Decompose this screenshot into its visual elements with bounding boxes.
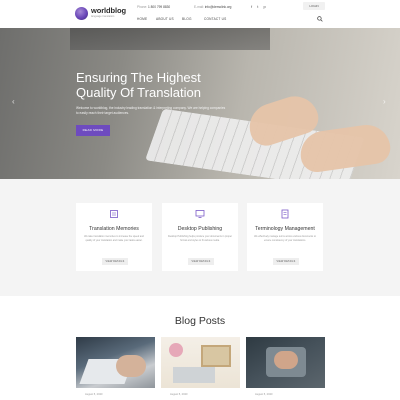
nav-item-contact-us[interactable]: CONTACT US xyxy=(204,17,226,21)
logo-title: worldblog xyxy=(91,6,126,15)
service-description: We effectively manage terms across vario… xyxy=(254,235,316,242)
service-card: Translation Memories We take translation… xyxy=(76,203,152,271)
list-icon xyxy=(281,209,289,219)
blog-post-image[interactable] xyxy=(246,337,325,388)
monitor-icon xyxy=(195,210,205,218)
email-label: E-mail: xyxy=(194,5,204,9)
service-description: Desktop Publishing helps produce your do… xyxy=(168,235,232,242)
post-date: August 5, 2020 xyxy=(255,393,273,396)
hero-banner: ‹ › Ensuring The Highest Quality Of Tran… xyxy=(0,28,400,179)
phone-label: Phone: xyxy=(137,5,148,9)
hero-description: Welcome to worldblog, the industry leadi… xyxy=(76,106,226,115)
blog-post-card[interactable]: August 5, 2020 xyxy=(76,337,155,400)
hero-title-line-2: Quality Of Translation xyxy=(76,85,201,100)
blog-post-card[interactable]: August 5, 2020 xyxy=(246,337,325,400)
document-icon xyxy=(110,210,118,218)
slider-prev-icon[interactable]: ‹ xyxy=(12,97,15,106)
phone-info: Phone: 1 800 799 8830 xyxy=(137,5,170,9)
facebook-icon[interactable]: f xyxy=(251,4,254,9)
view-details-button[interactable]: VIEW DETAILS xyxy=(102,258,128,265)
hero-monitor-image xyxy=(70,28,270,50)
view-details-button[interactable]: VIEW DETAILS xyxy=(273,258,299,265)
read-more-button[interactable]: READ MORE xyxy=(76,125,110,136)
blog-post-image[interactable] xyxy=(161,337,240,388)
post-date: August 5, 2020 xyxy=(170,393,188,396)
email-address[interactable]: info@demolink.org xyxy=(205,5,232,9)
site-logo[interactable]: worldblog language translation xyxy=(75,6,135,23)
search-icon[interactable] xyxy=(317,16,323,22)
site-header: worldblog language translation Phone: 1 … xyxy=(0,0,400,28)
blog-post-image[interactable] xyxy=(76,337,155,388)
login-button[interactable]: LOGIN xyxy=(303,2,325,10)
twitter-icon[interactable]: t xyxy=(257,4,260,9)
blog-section: Blog Posts August 5, 2020 August 5, 2020… xyxy=(0,296,400,400)
section-title: Blog Posts xyxy=(174,315,226,327)
service-card: Desktop Publishing Desktop Publishing he… xyxy=(162,203,238,271)
logo-subtitle: language translation xyxy=(91,15,115,18)
nav-item-about-us[interactable]: ABOUT US xyxy=(156,17,174,21)
service-title: Terminology Management xyxy=(255,226,315,232)
hero-title: Ensuring The Highest Quality Of Translat… xyxy=(76,70,201,100)
social-links: f t p xyxy=(251,4,268,9)
nav-item-home[interactable]: HOME xyxy=(137,17,147,21)
view-details-button[interactable]: VIEW DETAILS xyxy=(188,258,214,265)
post-date: August 5, 2020 xyxy=(85,393,103,396)
services-section: Translation Memories We take translation… xyxy=(0,179,400,296)
phone-number[interactable]: 1 800 799 8830 xyxy=(148,5,170,9)
service-title: Desktop Publishing xyxy=(177,226,223,232)
globe-icon xyxy=(75,7,88,20)
service-card: Terminology Management We effectively ma… xyxy=(247,203,323,271)
blog-post-card[interactable]: August 5, 2020 xyxy=(161,337,240,400)
email-info: E-mail: info@demolink.org xyxy=(194,5,231,9)
pinterest-icon[interactable]: p xyxy=(264,4,268,9)
hero-title-line-1: Ensuring The Highest xyxy=(76,70,201,85)
nav-item-blog[interactable]: BLOG xyxy=(182,17,192,21)
service-title: Translation Memories xyxy=(89,226,139,232)
service-description: We take translation memories to increase… xyxy=(84,235,144,242)
slider-next-icon[interactable]: › xyxy=(383,97,386,106)
